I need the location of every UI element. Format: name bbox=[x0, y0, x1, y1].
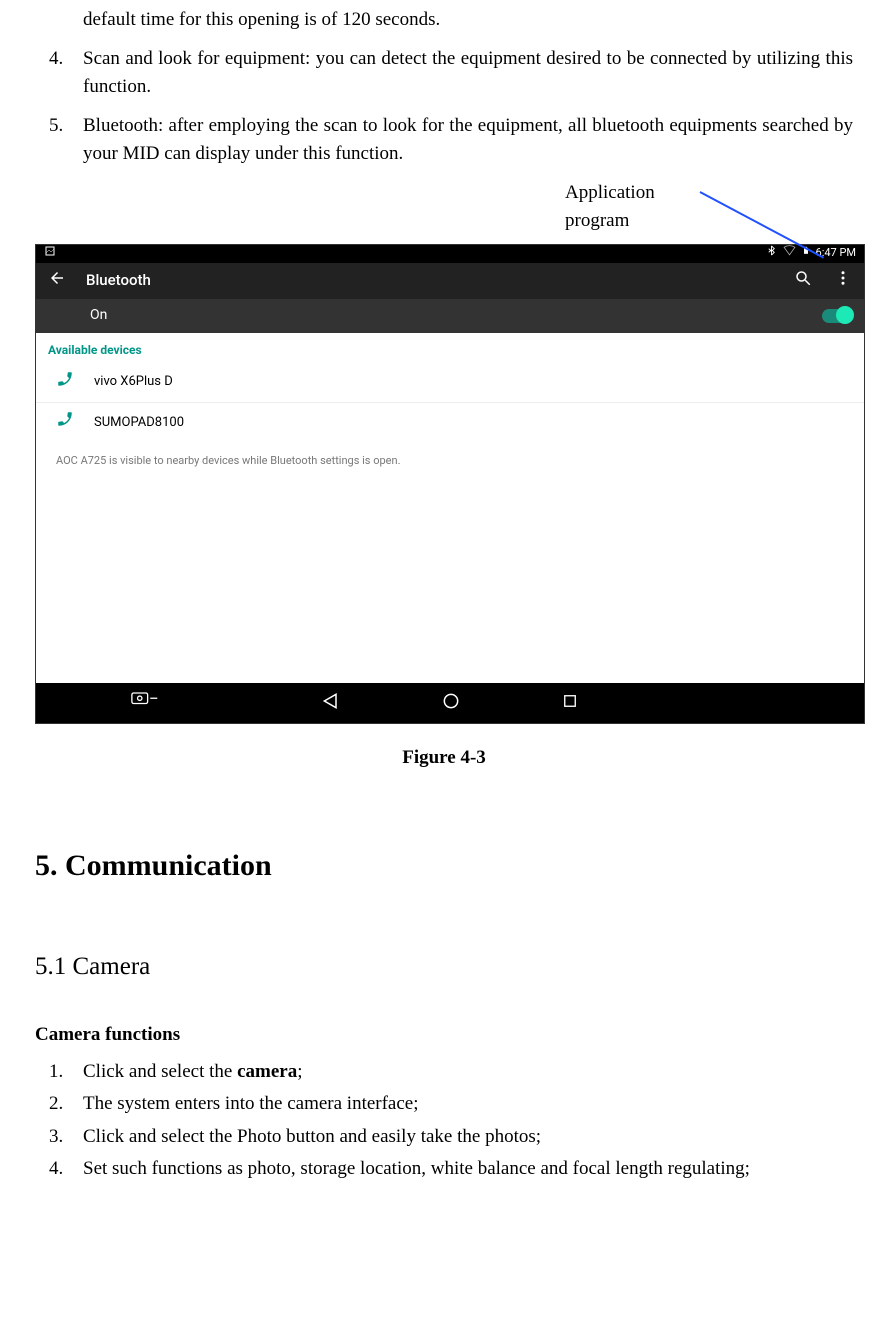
bluetooth-toggle-row[interactable]: On bbox=[36, 299, 864, 333]
status-bar: 6:47 PM bbox=[36, 245, 864, 263]
bluetooth-screenshot: 6:47 PM Bluetooth On Available devices v… bbox=[35, 244, 865, 725]
nav-home-icon[interactable] bbox=[441, 691, 461, 716]
step-text: The system enters into the camera interf… bbox=[83, 1090, 419, 1119]
device-row[interactable]: vivo X6Plus D bbox=[36, 363, 864, 403]
list-text: Bluetooth: after employing the scan to l… bbox=[83, 112, 853, 169]
empty-area bbox=[36, 483, 864, 683]
back-icon[interactable] bbox=[48, 269, 66, 292]
status-time: 6:47 PM bbox=[816, 245, 856, 262]
step-text: Set such functions as photo, storage loc… bbox=[83, 1155, 750, 1184]
list-text: Scan and look for equipment: you can det… bbox=[83, 45, 853, 102]
available-devices-header: Available devices bbox=[36, 333, 864, 363]
section-heading-communication: 5. Communication bbox=[35, 843, 853, 888]
toggle-label: On bbox=[90, 305, 822, 326]
list-number: 4. bbox=[35, 45, 83, 102]
step-number: 4. bbox=[35, 1155, 83, 1184]
annotation-text-2: program bbox=[565, 207, 888, 236]
step-number: 3. bbox=[35, 1123, 83, 1152]
nav-back-icon[interactable] bbox=[321, 691, 341, 716]
camera-step: 1. Click and select the camera; bbox=[35, 1058, 853, 1087]
screenshot-shortcut-icon[interactable] bbox=[131, 692, 159, 715]
nav-recent-icon[interactable] bbox=[561, 692, 579, 715]
phone-icon bbox=[56, 370, 74, 395]
step-number: 2. bbox=[35, 1090, 83, 1119]
section-heading-camera: 5.1 Camera bbox=[35, 948, 888, 986]
intro-text: default time for this opening is of 120 … bbox=[83, 6, 853, 35]
app-bar: Bluetooth bbox=[36, 263, 864, 299]
list-number: 5. bbox=[35, 112, 83, 169]
wifi-status-icon bbox=[783, 244, 796, 263]
intro-line: default time for this opening is of 120 … bbox=[35, 6, 853, 35]
list-item-4: 4. Scan and look for equipment: you can … bbox=[35, 45, 853, 102]
notification-icon bbox=[44, 245, 56, 263]
camera-step: 4. Set such functions as photo, storage … bbox=[35, 1155, 853, 1184]
search-icon[interactable] bbox=[794, 269, 812, 292]
annotation-label: Application program bbox=[0, 179, 888, 236]
list-item-5: 5. Bluetooth: after employing the scan t… bbox=[35, 112, 853, 169]
overflow-menu-icon[interactable] bbox=[834, 269, 852, 292]
device-name: SUMOPAD8100 bbox=[94, 413, 184, 433]
device-name: vivo X6Plus D bbox=[94, 372, 173, 392]
annotation-text-1: Application bbox=[565, 179, 888, 208]
camera-functions-title: Camera functions bbox=[35, 1021, 853, 1050]
bluetooth-toggle[interactable] bbox=[822, 309, 852, 323]
visibility-note: AOC A725 is visible to nearby devices wh… bbox=[36, 443, 864, 484]
phone-icon bbox=[56, 410, 74, 435]
device-row[interactable]: SUMOPAD8100 bbox=[36, 403, 864, 443]
navigation-bar bbox=[36, 683, 864, 723]
bluetooth-status-icon bbox=[766, 245, 777, 262]
camera-step: 2. The system enters into the camera int… bbox=[35, 1090, 853, 1119]
step-text: Click and select the Photo button and ea… bbox=[83, 1123, 541, 1152]
appbar-title: Bluetooth bbox=[86, 269, 774, 292]
step-text: Click and select the camera; bbox=[83, 1058, 302, 1087]
figure-caption: Figure 4-3 bbox=[0, 744, 888, 773]
step-number: 1. bbox=[35, 1058, 83, 1087]
camera-step: 3. Click and select the Photo button and… bbox=[35, 1123, 853, 1152]
